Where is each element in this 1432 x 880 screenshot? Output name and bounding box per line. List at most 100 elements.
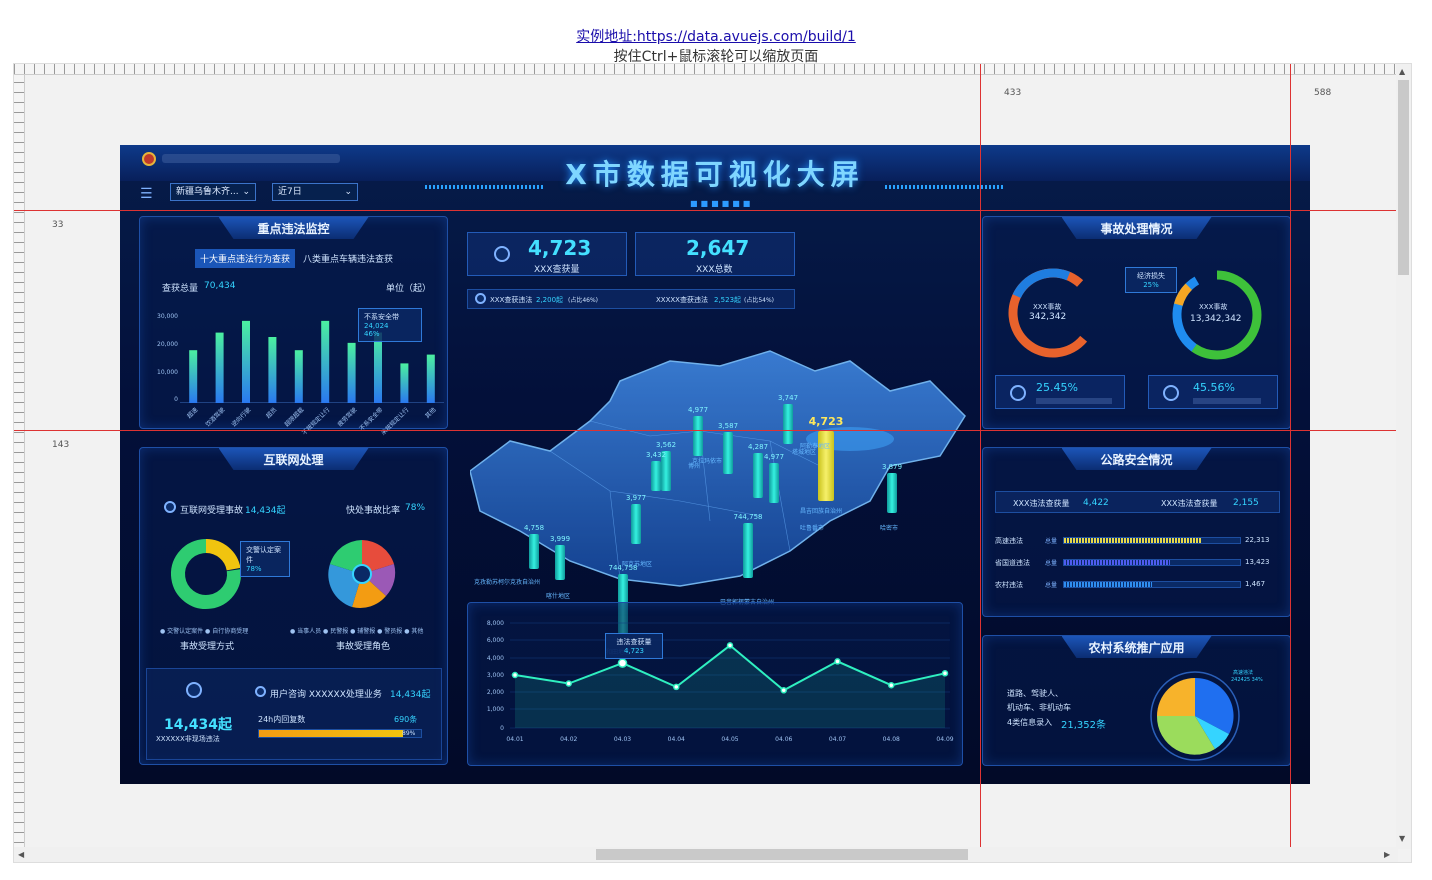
map-pillar[interactable] bbox=[743, 523, 753, 578]
menu-icon[interactable]: ☰ bbox=[140, 186, 158, 202]
tab-eight-vehicles[interactable]: 八类重点车辆违法查获 bbox=[298, 249, 398, 268]
map-pillar[interactable] bbox=[753, 453, 763, 498]
rural-line-2: 机动车、非机动车 bbox=[1007, 703, 1071, 712]
tooltip-value: 78% bbox=[246, 565, 262, 573]
rural-line-3-prefix: 4类信息录入 bbox=[1007, 718, 1053, 727]
pillar-value: 3,999 bbox=[549, 535, 571, 543]
horizontal-scrollbar[interactable]: ◀ ▶ bbox=[14, 847, 1398, 862]
tooltip-value: 24,024 bbox=[364, 322, 389, 330]
data-point[interactable] bbox=[617, 658, 628, 668]
bar[interactable] bbox=[215, 332, 224, 403]
guide-line-vertical[interactable] bbox=[1290, 64, 1291, 862]
stat2-label: XXX总数 bbox=[696, 265, 733, 275]
guide-line-horizontal[interactable] bbox=[14, 210, 1411, 211]
tab-ten-violations[interactable]: 十大重点违法行为查获 bbox=[195, 249, 296, 268]
data-point[interactable] bbox=[673, 683, 680, 691]
ruler-vertical[interactable] bbox=[14, 75, 25, 862]
pillar-value: 3,432 bbox=[645, 451, 667, 459]
pie-tip-value: 242425 34% bbox=[1231, 677, 1263, 683]
map-pillar[interactable] bbox=[723, 432, 733, 474]
map-pillar[interactable] bbox=[887, 473, 897, 513]
map-pillar[interactable] bbox=[783, 404, 793, 444]
vertical-scroll-thumb[interactable] bbox=[1398, 80, 1409, 275]
panel-title: 农村系统推广应用 bbox=[1088, 641, 1185, 655]
x-tick: 04.02 bbox=[560, 736, 577, 743]
vertical-scrollbar[interactable]: ▲ ▼ bbox=[1396, 64, 1411, 849]
road-row-value: 1,467 bbox=[1245, 580, 1266, 588]
road-row-name: 省国道违法 bbox=[995, 559, 1030, 567]
road-row-bar bbox=[1063, 537, 1241, 544]
data-point[interactable] bbox=[834, 658, 841, 665]
road-row-bar bbox=[1063, 559, 1241, 566]
data-point[interactable] bbox=[511, 671, 519, 679]
bar[interactable] bbox=[294, 350, 303, 403]
guide-line-vertical[interactable] bbox=[980, 64, 981, 862]
accept-label: 互联网受理事故 bbox=[180, 506, 244, 516]
region-select[interactable]: 新疆乌鲁木齐... ⌄ bbox=[170, 183, 256, 201]
bar[interactable] bbox=[242, 320, 250, 403]
tooltip-title: 经济损失 bbox=[1137, 272, 1165, 280]
map-pillar[interactable] bbox=[769, 463, 779, 503]
pillar-value: 3,562 bbox=[655, 441, 677, 449]
bar[interactable] bbox=[321, 320, 330, 403]
region-label: 阿克苏地区 bbox=[622, 561, 653, 568]
accident-panel: 事故处理情况 XXX事故 342,342 XXX事故 13,342,342 经济… bbox=[982, 216, 1291, 429]
range-select[interactable]: 近7日 ⌄ bbox=[272, 183, 358, 201]
map-pillar[interactable] bbox=[651, 461, 661, 491]
bar[interactable] bbox=[347, 342, 356, 403]
donut1-value: 342,342 bbox=[1029, 312, 1067, 322]
scroll-down-icon[interactable]: ▼ bbox=[1399, 834, 1405, 843]
x-tick: 04.09 bbox=[936, 736, 953, 743]
consult-value: 14,434起 bbox=[390, 690, 431, 700]
bar[interactable] bbox=[426, 354, 435, 403]
tooltip-title: 交警认定案件 bbox=[246, 546, 281, 564]
road-row-value: 13,423 bbox=[1245, 558, 1270, 566]
map-pillar[interactable] bbox=[631, 504, 641, 544]
left-value: 4,422 bbox=[1083, 498, 1109, 508]
guide-label: 143 bbox=[52, 440, 70, 450]
handling-method-donut bbox=[171, 539, 241, 609]
guide-line-horizontal[interactable] bbox=[14, 430, 1411, 431]
xinjiang-map[interactable]: 4,977 3,587 3,747 4,723 3,562 3,432 4,287 4,977… bbox=[470, 321, 970, 656]
y-tick: 0 bbox=[500, 725, 504, 732]
tooltip-value: 25% bbox=[1143, 281, 1159, 289]
horizontal-scroll-thumb[interactable] bbox=[596, 849, 968, 860]
map-pillar[interactable] bbox=[693, 416, 703, 456]
pillar-value: 4,287 bbox=[747, 443, 769, 451]
internet-panel: 互联网处理 互联网受理事故 14,434起 快处事故比率 78% 交警认定案件 … bbox=[139, 447, 448, 765]
accident-stat-2: 45.56% bbox=[1148, 375, 1278, 409]
map-pillar[interactable] bbox=[529, 534, 539, 569]
reply-progress bbox=[258, 729, 422, 738]
road-row-bar bbox=[1063, 581, 1241, 588]
scroll-left-icon[interactable]: ◀ bbox=[18, 850, 24, 859]
bar[interactable] bbox=[189, 350, 198, 403]
tooltip-value: 4,723 bbox=[623, 647, 645, 655]
header-decoration-left bbox=[425, 185, 545, 189]
record-icon bbox=[475, 293, 486, 304]
stat-icon bbox=[1163, 385, 1179, 401]
rural-line-1: 道路、驾驶人、 bbox=[1007, 689, 1063, 698]
example-link[interactable]: 实例地址:https://data.avuejs.com/build/1 bbox=[0, 26, 1432, 46]
data-point[interactable] bbox=[941, 670, 949, 677]
road-row-tag: 总量 bbox=[1045, 582, 1058, 589]
rural-panel: 农村系统推广应用 道路、驾驶人、 机动车、非机动车 4类信息录入 21,352条… bbox=[982, 635, 1291, 766]
ruler-horizontal[interactable] bbox=[14, 64, 1411, 75]
stat-box-2: 2,647 XXX总数 bbox=[635, 232, 795, 276]
pillar-value: 3,879 bbox=[881, 463, 903, 471]
bar[interactable] bbox=[268, 337, 277, 403]
data-point[interactable] bbox=[780, 687, 787, 694]
data-point[interactable] bbox=[888, 681, 895, 689]
scroll-right-icon[interactable]: ▶ bbox=[1384, 850, 1390, 859]
bar[interactable] bbox=[374, 332, 382, 403]
reply-progress-fill bbox=[259, 730, 404, 737]
map-pillar[interactable] bbox=[555, 545, 565, 580]
data-point[interactable] bbox=[726, 642, 734, 649]
left-label: XXX违法查获量 bbox=[1013, 499, 1070, 508]
road-row-tag: 总量 bbox=[1045, 538, 1058, 545]
strip-left-label: XXX查获违法 bbox=[490, 296, 533, 304]
scroll-up-icon[interactable]: ▲ bbox=[1399, 67, 1405, 76]
bar[interactable] bbox=[400, 363, 409, 403]
data-point[interactable] bbox=[565, 680, 572, 687]
design-canvas[interactable]: X市数据可视化大屏 ☰ 新疆乌鲁木齐... ⌄ 近7日 ⌄ ■■■■■■ 重点违法监… bbox=[13, 63, 1412, 863]
dashboard-screen: X市数据可视化大屏 ☰ 新疆乌鲁木齐... ⌄ 近7日 ⌄ ■■■■■■ 重点违法监… bbox=[120, 145, 1310, 784]
